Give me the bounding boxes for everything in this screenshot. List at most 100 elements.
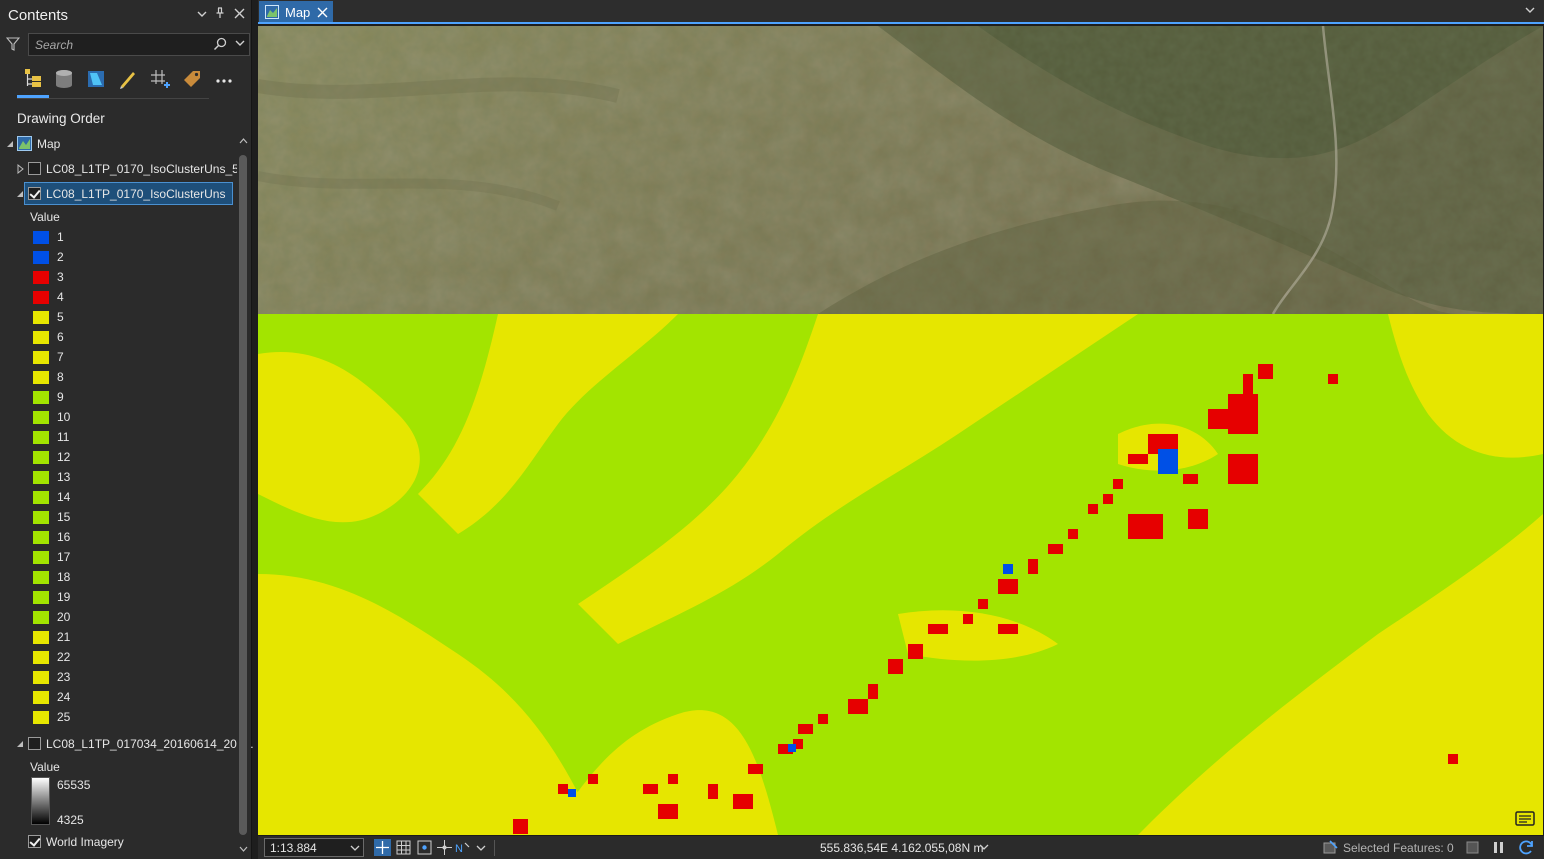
coordinate-readout: 555.836,54E 4.162.055,08N m <box>820 841 984 855</box>
list-by-selection-icon[interactable] <box>83 66 109 92</box>
legend-swatch[interactable] <box>33 331 49 344</box>
grid-icon[interactable] <box>395 839 412 856</box>
collapse-triangle-icon[interactable] <box>15 739 25 749</box>
legend-swatch[interactable] <box>33 651 49 664</box>
tab-map[interactable]: Map <box>259 1 333 22</box>
scroll-up-icon[interactable] <box>239 137 248 145</box>
legend-class-label: 23 <box>57 670 71 684</box>
rotation-north-icon[interactable]: N <box>454 839 471 856</box>
legend-swatch[interactable] <box>33 571 49 584</box>
map-icon <box>265 5 279 19</box>
navigation-mode-icon[interactable] <box>374 839 391 856</box>
filter-icon[interactable] <box>5 36 22 54</box>
overview-toggle-icon[interactable] <box>1515 811 1535 827</box>
legend-class-label: 19 <box>57 590 71 604</box>
search-input[interactable] <box>35 37 205 52</box>
layer-row-world-imagery[interactable]: World Imagery <box>0 831 236 853</box>
pane-options-chevron-icon[interactable] <box>194 6 210 24</box>
legend-swatch[interactable] <box>33 471 49 484</box>
legend-swatch[interactable] <box>33 311 49 324</box>
scrollbar-thumb[interactable] <box>239 155 247 835</box>
legend-swatch[interactable] <box>33 291 49 304</box>
legend-swatch[interactable] <box>33 631 49 644</box>
legend-class-label: 2 <box>57 250 64 264</box>
legend-swatch[interactable] <box>33 611 49 624</box>
layer-visibility-checkbox[interactable] <box>28 737 41 750</box>
legend-class-label: 15 <box>57 510 71 524</box>
legend-swatch[interactable] <box>33 411 49 424</box>
collapse-triangle-icon[interactable] <box>5 139 15 149</box>
legend-class-label: 6 <box>57 330 64 344</box>
contents-pane: Contents Search Drawing Order Map LC08_L… <box>0 0 254 859</box>
refresh-icon[interactable] <box>1518 839 1535 856</box>
legend-swatch[interactable] <box>33 451 49 464</box>
layer-visibility-checkbox[interactable] <box>28 162 41 175</box>
legend-swatch[interactable] <box>33 391 49 404</box>
map-view[interactable] <box>258 26 1543 835</box>
chevron-down-icon[interactable] <box>978 842 990 852</box>
legend-swatch[interactable] <box>33 231 49 244</box>
constraints-icon[interactable] <box>436 839 453 856</box>
legend-swatch[interactable] <box>33 551 49 564</box>
legend-swatch[interactable] <box>33 671 49 684</box>
legend-class-label: 24 <box>57 690 71 704</box>
legend-swatch[interactable] <box>33 351 49 364</box>
scale-selector[interactable]: 1:13.884 <box>264 838 364 857</box>
list-by-snapping-icon[interactable] <box>147 66 173 92</box>
search-icon[interactable] <box>213 37 227 53</box>
legend-class-label: 12 <box>57 450 71 464</box>
legend-swatch[interactable] <box>33 271 49 284</box>
legend-swatch[interactable] <box>33 371 49 384</box>
legend-class-label: 5 <box>57 310 64 324</box>
collapse-triangle-icon[interactable] <box>15 189 25 199</box>
legend-swatch[interactable] <box>33 431 49 444</box>
snapping-icon[interactable] <box>416 839 433 856</box>
isocluster-classified-raster <box>258 314 1543 835</box>
drawing-order-title: Drawing Order <box>17 111 105 126</box>
toolbar-divider <box>17 98 209 99</box>
list-by-source-icon[interactable] <box>51 66 77 92</box>
chevron-down-icon[interactable] <box>350 843 360 853</box>
list-by-drawing-order-icon[interactable] <box>20 66 46 92</box>
layer-row-isocluster-5[interactable]: LC08_L1TP_0170_IsoClusterUns_5 <box>0 158 239 180</box>
legend-swatch[interactable] <box>33 711 49 724</box>
scroll-down-icon[interactable] <box>239 845 248 853</box>
layer-row-landsat[interactable]: LC08_L1TP_017034_20160614_202... <box>0 733 254 755</box>
legend-class-label: 3 <box>57 270 64 284</box>
layer-row-isocluster[interactable]: LC08_L1TP_0170_IsoClusterUns <box>0 183 236 205</box>
layer-visibility-checkbox[interactable] <box>28 187 41 200</box>
legend-swatch[interactable] <box>33 591 49 604</box>
chevron-down-icon[interactable] <box>475 839 487 856</box>
map-tab-label: Map <box>285 5 311 20</box>
pin-icon[interactable] <box>212 6 228 24</box>
legend-swatch[interactable] <box>33 491 49 504</box>
clear-selection-icon[interactable] <box>1464 839 1481 856</box>
legend-swatch[interactable] <box>33 251 49 264</box>
pause-drawing-icon[interactable] <box>1490 839 1507 856</box>
list-by-editing-icon[interactable] <box>115 66 141 92</box>
contents-scrollbar[interactable] <box>237 133 250 859</box>
more-options-icon[interactable] <box>211 66 237 92</box>
legend-class-label: 11 <box>57 430 70 444</box>
list-by-labeling-icon[interactable] <box>179 66 205 92</box>
expand-triangle-icon[interactable] <box>15 164 25 174</box>
legend-swatch[interactable] <box>33 511 49 524</box>
chevron-down-icon[interactable] <box>235 37 247 53</box>
layer-label: World Imagery <box>46 835 124 849</box>
stretch-gradient-swatch <box>31 777 50 825</box>
legend-class-label: 13 <box>57 470 71 484</box>
legend-class-label: 8 <box>57 370 64 384</box>
legend-swatch[interactable] <box>33 531 49 544</box>
selected-features-icon[interactable] <box>1322 839 1339 856</box>
legend-swatch[interactable] <box>33 691 49 704</box>
search-row <box>4 33 250 57</box>
close-tab-icon[interactable] <box>317 3 328 21</box>
chevron-down-icon[interactable] <box>1524 4 1536 16</box>
legend-class-label: 7 <box>57 350 64 364</box>
layer-label: LC08_L1TP_0170_IsoClusterUns_5 <box>46 162 239 176</box>
map-tab-bar: Map <box>258 0 1544 24</box>
world-imagery-basemap <box>258 26 1543 314</box>
close-icon[interactable] <box>231 6 247 24</box>
map-node[interactable]: Map <box>0 133 236 155</box>
layer-visibility-checkbox[interactable] <box>28 835 41 848</box>
